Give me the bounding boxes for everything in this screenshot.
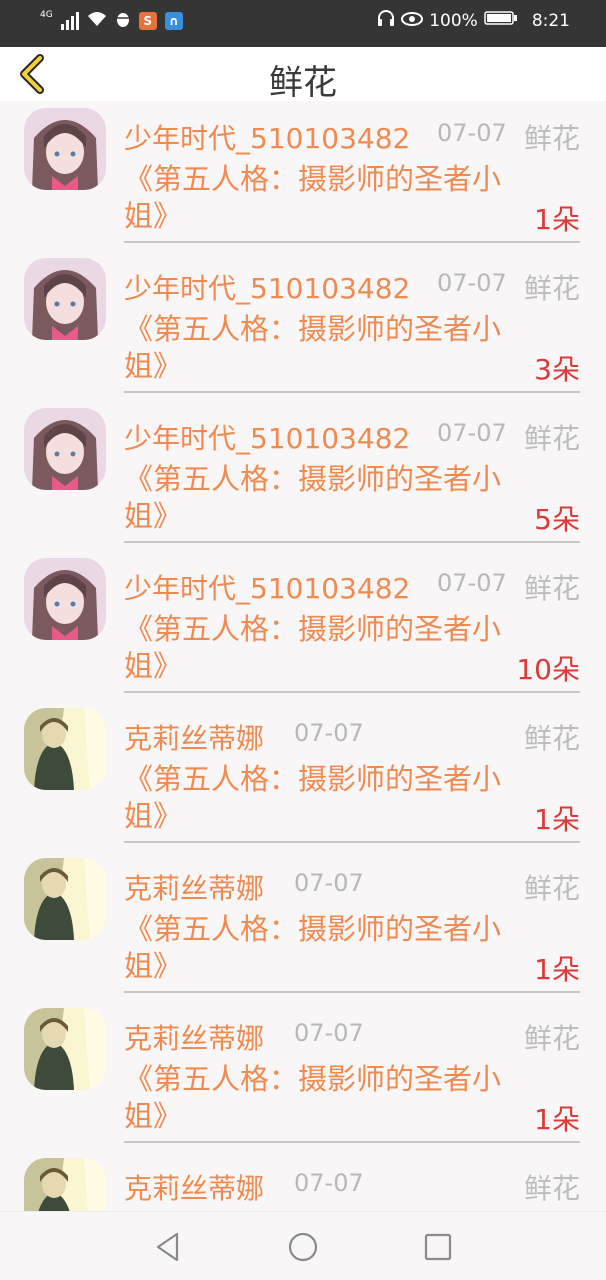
gift-date: 07-07 — [437, 119, 507, 147]
avatar-portrait-image — [24, 1158, 106, 1211]
list-item[interactable]: 克莉丝蒂娜 07-07 鲜花 — [0, 1151, 606, 1211]
user-avatar[interactable] — [24, 408, 106, 490]
avatar-portrait-image — [24, 708, 106, 790]
work-title[interactable]: 《第五人格：摄影师的圣者小姐》 — [124, 161, 504, 235]
app-s-icon: S — [138, 12, 157, 30]
gift-category: 鲜花 — [523, 722, 580, 755]
gift-date: 07-07 — [294, 719, 364, 747]
system-nav-bar — [0, 1211, 606, 1280]
gift-date: 07-07 — [437, 269, 507, 297]
flower-count: 1朵 — [534, 203, 580, 236]
sender-name[interactable]: 克莉丝蒂娜 — [124, 1167, 264, 1207]
signal-icon — [60, 12, 79, 30]
avatar-girl-image — [24, 408, 106, 490]
flower-gift-list: 少年时代_510103482 07-07 鲜花 《第五人格：摄影师的圣者小姐》 … — [0, 101, 606, 1211]
battery-percent: 100% — [429, 10, 478, 31]
eye-icon — [401, 11, 424, 31]
divider — [124, 541, 580, 543]
gift-date: 07-07 — [294, 869, 364, 897]
clock: 8:21 — [531, 10, 570, 31]
flower-count: 5朵 — [534, 503, 580, 536]
user-avatar[interactable] — [24, 708, 106, 790]
list-item[interactable]: 少年时代_510103482 07-07 鲜花 《第五人格：摄影师的圣者小姐》 … — [0, 101, 606, 251]
sender-name[interactable]: 少年时代_510103482 — [124, 117, 410, 157]
sender-name[interactable]: 克莉丝蒂娜 — [124, 717, 264, 757]
list-item[interactable]: 克莉丝蒂娜 07-07 鲜花 《第五人格：摄影师的圣者小姐》 1朵 — [0, 851, 606, 1001]
gift-category: 鲜花 — [523, 422, 580, 455]
gift-category: 鲜花 — [523, 1172, 580, 1205]
gift-date: 07-07 — [437, 569, 507, 597]
app-arch-icon: ∩ — [164, 12, 183, 30]
flower-count: 10朵 — [516, 653, 580, 686]
work-title[interactable]: 《第五人格：摄影师的圣者小姐》 — [124, 911, 504, 985]
work-title[interactable]: 《第五人格：摄影师的圣者小姐》 — [124, 1061, 504, 1135]
sender-name[interactable]: 少年时代_510103482 — [124, 567, 410, 607]
wifi-icon — [87, 11, 107, 31]
sender-name[interactable]: 克莉丝蒂娜 — [124, 1017, 264, 1057]
work-title[interactable]: 《第五人格：摄影师的圣者小姐》 — [124, 461, 504, 535]
user-avatar[interactable] — [24, 258, 106, 340]
user-avatar[interactable] — [24, 558, 106, 640]
back-triangle-icon — [156, 1232, 179, 1262]
flower-count: 1朵 — [534, 953, 580, 986]
list-item[interactable]: 少年时代_510103482 07-07 鲜花 《第五人格：摄影师的圣者小姐》 … — [0, 401, 606, 551]
network-type: 4G — [40, 10, 53, 20]
status-bar: 4G S ∩ 100% 8:21 — [0, 0, 606, 47]
avatar-girl-image — [24, 558, 106, 640]
work-title[interactable]: 《第五人格：摄影师的圣者小姐》 — [124, 611, 504, 685]
flower-count: 1朵 — [534, 1103, 580, 1136]
user-avatar[interactable] — [24, 1008, 106, 1090]
flower-count: 1朵 — [534, 803, 580, 836]
sender-name[interactable]: 少年时代_510103482 — [124, 267, 410, 307]
divider — [124, 841, 580, 843]
home-circle-icon — [288, 1232, 318, 1262]
avatar-girl-image — [24, 258, 106, 340]
user-avatar[interactable] — [24, 858, 106, 940]
list-item[interactable]: 少年时代_510103482 07-07 鲜花 《第五人格：摄影师的圣者小姐》 … — [0, 551, 606, 701]
gift-date: 07-07 — [437, 419, 507, 447]
app-header: 鲜花 — [0, 47, 606, 103]
avatar-portrait-image — [24, 1008, 106, 1090]
list-item[interactable]: 克莉丝蒂娜 07-07 鲜花 《第五人格：摄影师的圣者小姐》 1朵 — [0, 701, 606, 851]
headphone-icon — [377, 9, 395, 32]
avatar-portrait-image — [24, 858, 106, 940]
list-item[interactable]: 少年时代_510103482 07-07 鲜花 《第五人格：摄影师的圣者小姐》 … — [0, 251, 606, 401]
gift-category: 鲜花 — [523, 122, 580, 155]
user-avatar[interactable] — [24, 108, 106, 190]
sender-name[interactable]: 克莉丝蒂娜 — [124, 867, 264, 907]
divider — [124, 1141, 580, 1143]
status-icons-left: 4G S ∩ — [40, 10, 183, 32]
page-title: 鲜花 — [269, 63, 337, 103]
sender-name[interactable]: 少年时代_510103482 — [124, 417, 410, 457]
nav-home-button[interactable] — [286, 1230, 320, 1264]
avatar-girl-image — [24, 108, 106, 190]
divider — [124, 391, 580, 393]
gift-category: 鲜花 — [523, 872, 580, 905]
gift-category: 鲜花 — [523, 572, 580, 605]
divider — [124, 241, 580, 243]
nav-back-button[interactable] — [152, 1230, 186, 1264]
nav-recents-button[interactable] — [421, 1230, 455, 1264]
work-title[interactable]: 《第五人格：摄影师的圣者小姐》 — [124, 311, 504, 385]
battery-icon — [484, 10, 518, 31]
divider — [124, 691, 580, 693]
gift-category: 鲜花 — [523, 1022, 580, 1055]
gift-category: 鲜花 — [523, 272, 580, 305]
recents-square-icon — [424, 1233, 452, 1261]
gift-date: 07-07 — [294, 1169, 364, 1197]
work-title[interactable]: 《第五人格：摄影师的圣者小姐》 — [124, 761, 504, 835]
flower-count: 3朵 — [534, 353, 580, 386]
divider — [124, 991, 580, 993]
status-icons-right: 100% 8:21 — [377, 9, 570, 32]
gift-date: 07-07 — [294, 1019, 364, 1047]
user-avatar[interactable] — [24, 1158, 106, 1211]
bug-icon — [114, 10, 131, 32]
list-item[interactable]: 克莉丝蒂娜 07-07 鲜花 《第五人格：摄影师的圣者小姐》 1朵 — [0, 1001, 606, 1151]
